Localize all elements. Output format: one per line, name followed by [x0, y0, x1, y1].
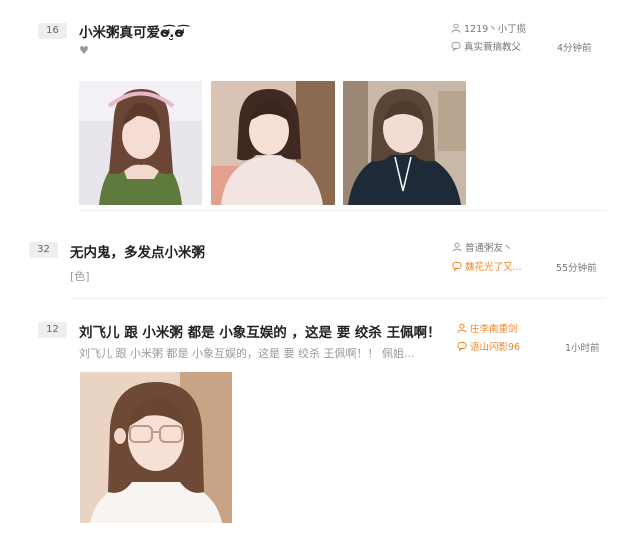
post-author[interactable]: 普通粥友丶	[452, 240, 513, 254]
post-title-link[interactable]: 无内鬼，多发点小米粥	[70, 241, 205, 261]
reply-icon	[452, 262, 462, 271]
user-icon	[452, 242, 462, 252]
reply-time: 55分钟前	[556, 263, 597, 274]
heart-emoji: ♥	[79, 44, 89, 57]
post-item: 16 小米粥真可爱ơ̴̴̴̴̴̴͡.̮ơ̴̴̴̴̴̴͡ ♥ 1219丶小丁揽 真…	[0, 0, 641, 215]
author-name: 1219丶小丁揽	[464, 24, 527, 35]
post-thumbnail[interactable]	[80, 372, 232, 523]
post-last-reply[interactable]: 真实蓑搞教父	[451, 39, 521, 53]
post-excerpt: 刘飞儿 跟 小米粥 都是 小象互娱的，这是 要 绞杀 王佩啊！！ 佩姐...	[79, 347, 415, 360]
post-item: 32 无内鬼，多发点小米粥 [色] 普通粥友丶 魏花光了又... 55分钟前	[0, 215, 641, 305]
post-item: 12 刘飞儿 跟 小米粥 都是 小象互娱的 ，这是 要 绞杀 王佩啊！ 刘飞儿 …	[0, 305, 641, 537]
reply-time: 1小时前	[565, 343, 600, 354]
reply-icon	[451, 42, 461, 51]
reply-icon	[457, 342, 467, 351]
post-author[interactable]: 庄李南重剑	[457, 321, 518, 335]
post-title-link[interactable]: 刘飞儿 跟 小米粥 都是 小象互娱的 ，这是 要 绞杀 王佩啊！	[79, 321, 441, 341]
last-reply-user: 真实蓑搞教父	[464, 42, 522, 53]
rank-badge: 32	[29, 242, 58, 258]
post-divider	[70, 298, 606, 299]
user-icon	[457, 323, 467, 333]
post-thumbnail[interactable]	[79, 81, 202, 205]
rank-badge: 16	[38, 23, 67, 39]
last-reply-user: 语山闪影96	[470, 342, 521, 353]
last-reply-user: 魏花光了又...	[465, 262, 522, 273]
reply-time: 4分钟前	[557, 43, 592, 54]
author-name: 普通粥友丶	[465, 243, 513, 254]
post-thumbnail[interactable]	[343, 81, 466, 205]
user-icon	[451, 23, 461, 33]
post-divider	[79, 210, 607, 211]
post-thumbnail[interactable]	[211, 81, 335, 205]
post-last-reply[interactable]: 语山闪影96	[457, 339, 520, 353]
post-title-link[interactable]: 小米粥真可爱ơ̴̴̴̴̴̴͡.̮ơ̴̴̴̴̴̴͡	[79, 21, 184, 41]
post-author[interactable]: 1219丶小丁揽	[451, 21, 526, 35]
post-excerpt: [色]	[70, 270, 90, 283]
author-name: 庄李南重剑	[470, 324, 518, 335]
post-last-reply[interactable]: 魏花光了又...	[452, 259, 522, 273]
rank-badge: 12	[38, 322, 67, 338]
